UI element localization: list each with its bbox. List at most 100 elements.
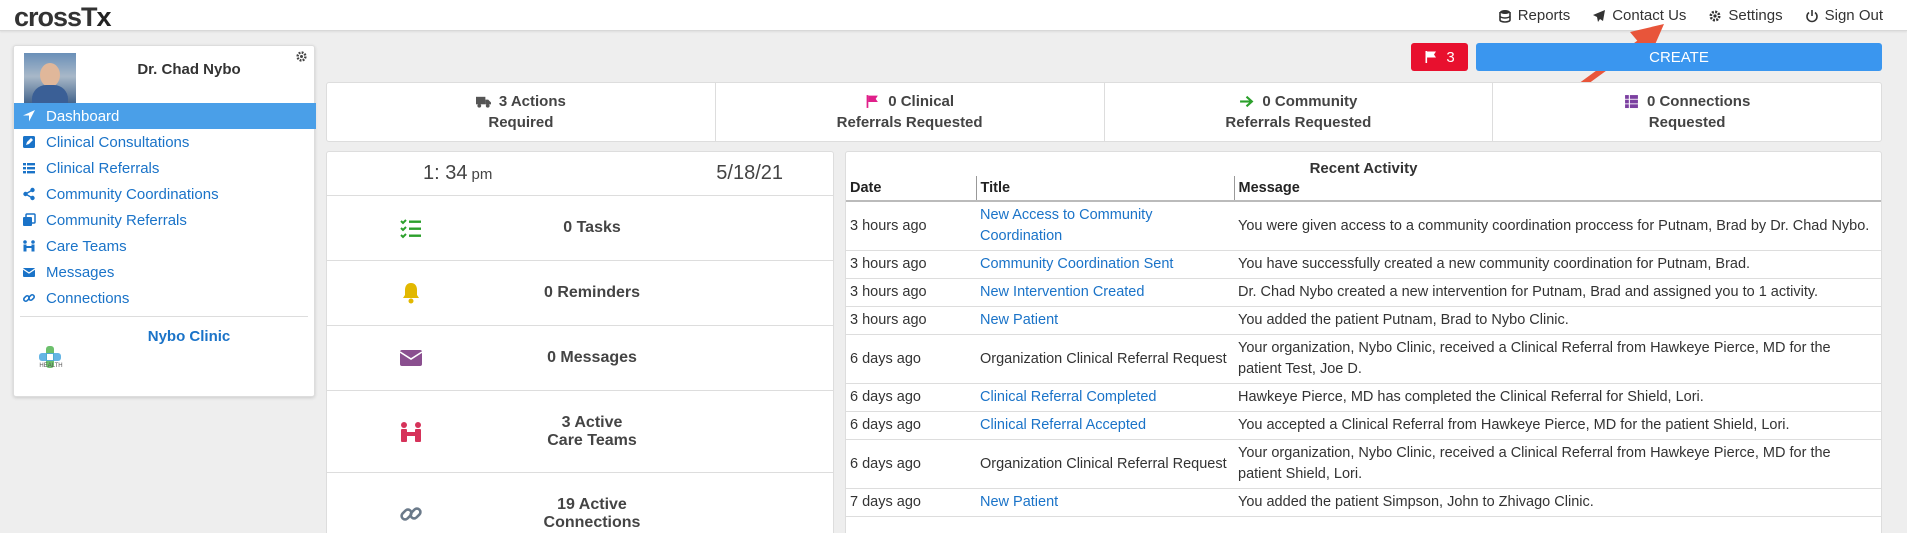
row-date: 6 days ago bbox=[846, 411, 976, 440]
clinic-logo-icon bbox=[39, 346, 61, 368]
recent-activity-panel: Recent Activity Date Title Message 3 hou… bbox=[845, 151, 1882, 533]
clinic-name[interactable]: Nybo Clinic bbox=[124, 328, 254, 345]
people-icon bbox=[23, 240, 35, 252]
row-title: Organization Clinical Referral Request bbox=[976, 334, 1234, 384]
row-title-link[interactable]: New Intervention Created bbox=[980, 284, 1144, 300]
table-row: 6 days ago Organization Clinical Referra… bbox=[846, 439, 1881, 489]
list-icon bbox=[1625, 95, 1638, 109]
stats-panel: 1: 34 pm 5/18/21 0 Tasks 0 Reminders 0 Me… bbox=[326, 151, 834, 533]
row-message: Your organization, Nybo Clinic, received… bbox=[1234, 439, 1881, 489]
sidebar-item-care-teams[interactable]: Care Teams bbox=[14, 233, 316, 259]
summary-community-referrals[interactable]: 0 Community Referrals Requested bbox=[1105, 83, 1494, 141]
sidebar-item-community-referrals[interactable]: Community Referrals bbox=[14, 207, 316, 233]
table-header-row: Date Title Message bbox=[846, 176, 1881, 202]
table-row: 3 hours ago New Access to Community Coor… bbox=[846, 201, 1881, 251]
nav-signout-label: Sign Out bbox=[1824, 7, 1883, 24]
summary-line2: Referrals Requested bbox=[1225, 114, 1372, 131]
link-icon bbox=[400, 507, 422, 521]
stat-line1: 0 Reminders bbox=[543, 284, 641, 301]
nav-settings-label: Settings bbox=[1728, 7, 1783, 24]
row-title-link[interactable]: Clinical Referral Accepted bbox=[980, 417, 1146, 433]
stat-line1: 0 Messages bbox=[547, 349, 637, 366]
clinic-logo-text: HEALTH bbox=[39, 363, 63, 369]
location-arrow-icon bbox=[23, 110, 35, 122]
summary-line1: 0 Community bbox=[1262, 93, 1358, 110]
flag-icon bbox=[1425, 51, 1437, 63]
sidebar-item-label: Dashboard bbox=[46, 107, 120, 125]
sidebar-item-dashboard[interactable]: Dashboard bbox=[14, 103, 316, 129]
row-title-link[interactable]: New Access to Community Coordination bbox=[980, 207, 1152, 244]
stat-tasks[interactable]: 0 Tasks bbox=[327, 196, 833, 261]
sidebar-item-connections[interactable]: Connections bbox=[14, 285, 316, 311]
row-title: Organization Clinical Referral Request bbox=[976, 439, 1234, 489]
row-date: 3 hours ago bbox=[846, 306, 976, 335]
create-button[interactable]: CREATE bbox=[1476, 43, 1882, 71]
envelope-icon bbox=[22, 268, 36, 277]
crosstx-logo[interactable]: crossTx bbox=[14, 2, 112, 33]
sidebar-item-clinical-referrals[interactable]: Clinical Referrals bbox=[14, 155, 316, 181]
share-icon bbox=[23, 187, 35, 201]
bell-icon bbox=[403, 283, 419, 304]
stat-line1: 0 Tasks bbox=[563, 219, 621, 236]
stat-line2: Care Teams bbox=[547, 431, 637, 449]
summary-line1: 0 Connections bbox=[1646, 93, 1751, 110]
envelope-icon bbox=[399, 350, 423, 366]
summary-connections[interactable]: 0 Connections Requested bbox=[1493, 83, 1881, 141]
row-message: You have successfully created a new comm… bbox=[1234, 250, 1881, 279]
sidebar-menu: Dashboard Clinical Consultations Clinica… bbox=[14, 103, 316, 311]
nav-settings[interactable]: Settings bbox=[1708, 7, 1783, 24]
database-icon bbox=[1498, 9, 1511, 23]
truck-icon bbox=[475, 96, 491, 108]
summary-actions-required[interactable]: 3 Actions Required bbox=[327, 83, 716, 141]
sidebar-item-label: Messages bbox=[46, 263, 115, 281]
row-date: 3 hours ago bbox=[846, 278, 976, 307]
row-date: 3 hours ago bbox=[846, 250, 976, 279]
top-nav: Reports Contact Us Settings Sign Out bbox=[1498, 0, 1883, 31]
row-title-link[interactable]: Clinical Referral Completed bbox=[980, 389, 1157, 405]
stat-reminders[interactable]: 0 Reminders bbox=[327, 261, 833, 326]
summary-strip: 3 Actions Required 0 Clinical Referrals … bbox=[326, 82, 1882, 142]
row-date: 6 days ago bbox=[846, 334, 976, 384]
people-icon bbox=[401, 421, 421, 442]
gear-icon bbox=[1709, 10, 1721, 21]
column-header-date[interactable]: Date bbox=[846, 176, 976, 202]
summary-clinical-referrals[interactable]: 0 Clinical Referrals Requested bbox=[716, 83, 1105, 141]
power-icon bbox=[1805, 9, 1818, 22]
row-title-link[interactable]: New Patient bbox=[980, 312, 1058, 328]
avatar[interactable] bbox=[24, 53, 76, 105]
sidebar-item-label: Community Coordinations bbox=[46, 185, 219, 203]
stat-messages[interactable]: 0 Messages bbox=[327, 326, 833, 391]
row-title-link[interactable]: New Patient bbox=[980, 494, 1058, 510]
profile-settings-icon[interactable] bbox=[295, 50, 308, 63]
column-header-title[interactable]: Title bbox=[975, 176, 1234, 202]
nav-sign-out[interactable]: Sign Out bbox=[1805, 7, 1883, 24]
flags-button[interactable]: 3 bbox=[1411, 43, 1468, 71]
arrow-right-icon bbox=[1240, 95, 1254, 108]
column-header-message[interactable]: Message bbox=[1233, 176, 1881, 202]
row-message: You added the patient Simpson, John to Z… bbox=[1234, 488, 1881, 517]
sidebar-item-clinical-consultations[interactable]: Clinical Consultations bbox=[14, 129, 316, 155]
row-message: You were given access to a community coo… bbox=[1234, 201, 1881, 251]
clone-icon bbox=[23, 213, 36, 226]
link-icon bbox=[22, 293, 36, 303]
edit-square-icon bbox=[23, 136, 35, 148]
table-row: 7 days ago New Patient You added the pat… bbox=[846, 488, 1881, 517]
row-message: You accepted a Clinical Referral from Ha… bbox=[1234, 411, 1881, 440]
row-message: You added the patient Putnam, Brad to Ny… bbox=[1234, 306, 1881, 335]
flags-count: 3 bbox=[1446, 48, 1455, 66]
stat-care-teams[interactable]: 3 Active Care Teams bbox=[327, 391, 833, 473]
row-date: 3 hours ago bbox=[846, 201, 976, 251]
profile-name: Dr. Chad Nybo bbox=[137, 61, 241, 78]
sidebar-item-label: Community Referrals bbox=[46, 211, 187, 229]
row-title-link[interactable]: Community Coordination Sent bbox=[980, 256, 1173, 272]
tasks-icon bbox=[400, 219, 421, 239]
summary-line1: 3 Actions bbox=[498, 93, 566, 110]
stat-connections[interactable]: 19 Active Connections bbox=[327, 473, 833, 533]
summary-line2: Referrals Requested bbox=[836, 114, 983, 131]
clock-row: 1: 34 pm 5/18/21 bbox=[327, 152, 833, 196]
activity-table: Date Title Message 3 hours ago New Acces… bbox=[846, 176, 1881, 517]
sidebar-item-community-coordinations[interactable]: Community Coordinations bbox=[14, 181, 316, 207]
sidebar-item-label: Care Teams bbox=[46, 237, 127, 255]
table-row: 6 days ago Organization Clinical Referra… bbox=[846, 334, 1881, 384]
sidebar-item-messages[interactable]: Messages bbox=[14, 259, 316, 285]
